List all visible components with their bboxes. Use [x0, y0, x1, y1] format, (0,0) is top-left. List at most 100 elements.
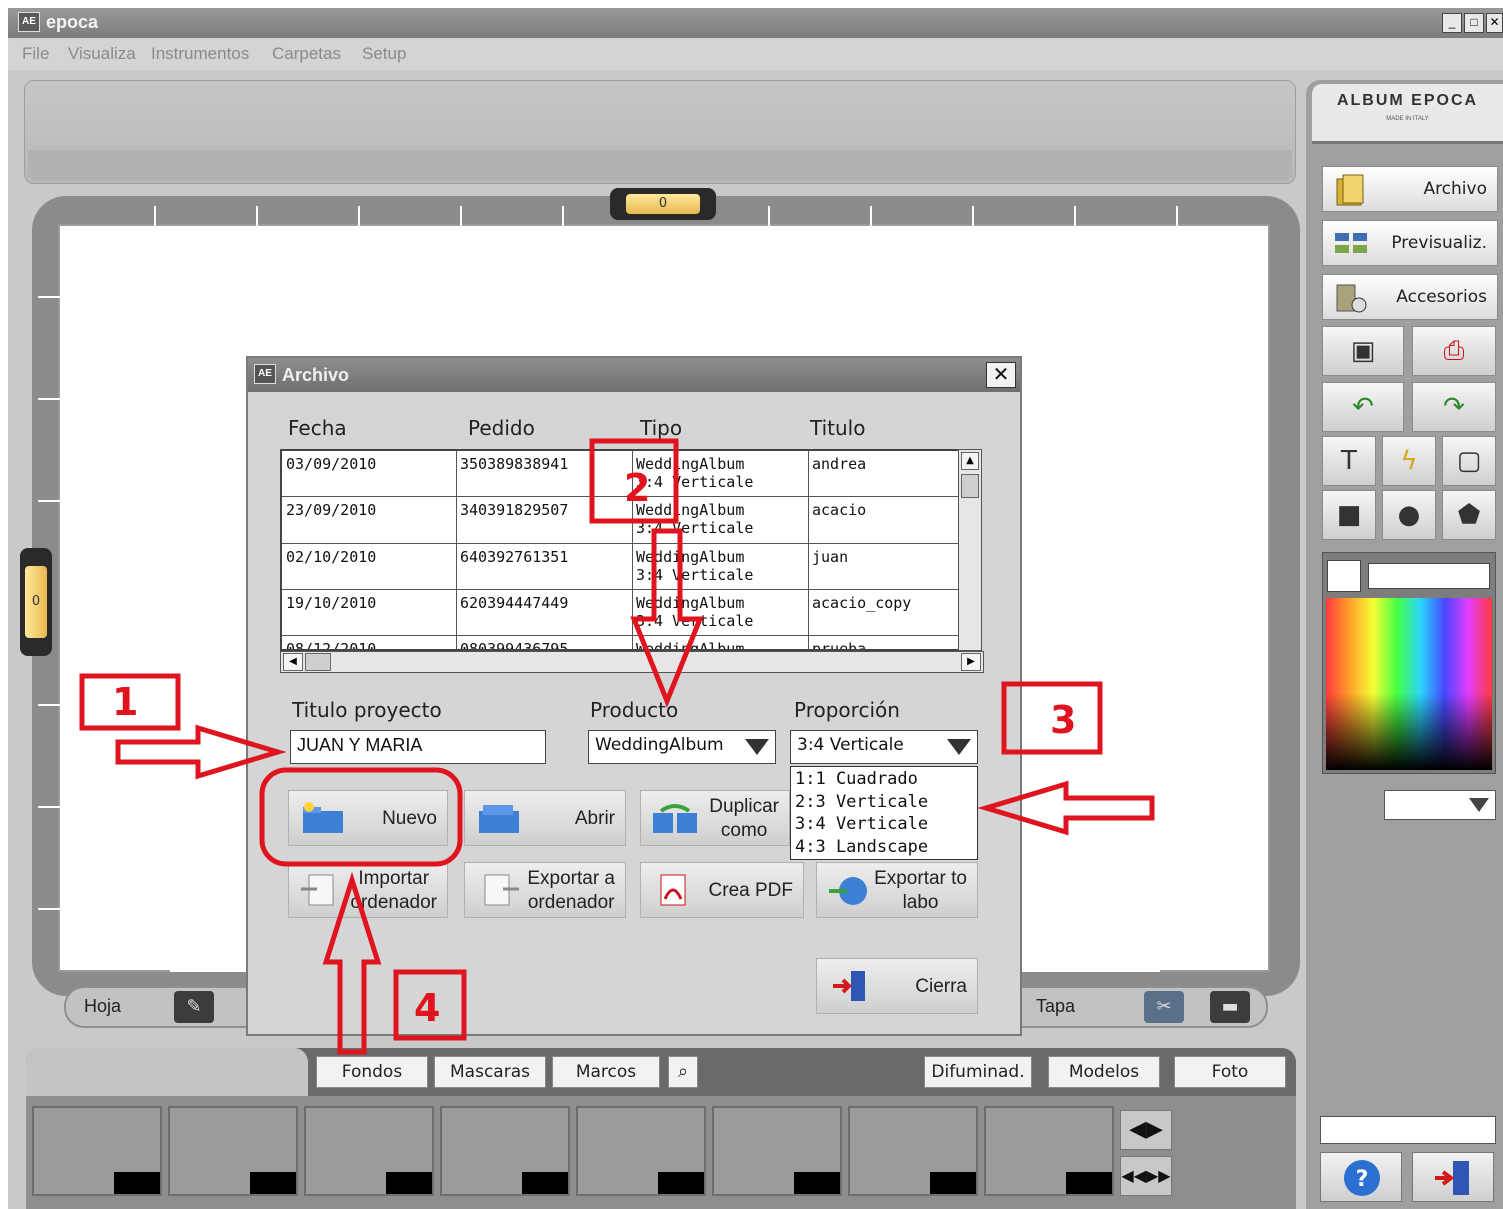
scroll-end-icon[interactable]: ◀◀▶▶: [1120, 1156, 1172, 1196]
menu-visualiza[interactable]: Visualiza: [68, 44, 136, 64]
vertical-ruler-slider[interactable]: 0: [20, 548, 52, 656]
tab-foto[interactable]: Foto: [1174, 1056, 1286, 1088]
duplicate-icon: [653, 804, 697, 833]
thumbnail[interactable]: [440, 1106, 570, 1196]
maximize-button[interactable]: □: [1464, 13, 1484, 33]
text-tool-icon[interactable]: T: [1322, 436, 1376, 486]
annotation-number-1: 1: [112, 680, 139, 724]
column-header-titulo[interactable]: Titulo: [810, 416, 865, 440]
tools-icon[interactable]: ✂: [1144, 991, 1184, 1023]
accesorios-label: Accesorios: [1396, 287, 1487, 307]
producto-select[interactable]: WeddingAlbum: [588, 730, 776, 764]
color-spectrum[interactable]: [1326, 598, 1492, 770]
accesorios-button[interactable]: Accesorios: [1322, 274, 1498, 320]
thumbnail[interactable]: [984, 1106, 1114, 1196]
exit-button[interactable]: [1412, 1152, 1494, 1202]
undo-icon[interactable]: ↶: [1322, 382, 1404, 432]
exportar-labo-button[interactable]: Exportar to labo: [816, 862, 978, 918]
ruler-tick: [768, 206, 770, 232]
option-item[interactable]: 4:3 Landscape: [795, 837, 928, 857]
dialog-close-button[interactable]: ✕: [986, 362, 1016, 388]
cover-icon[interactable]: ▬: [1210, 991, 1250, 1023]
option-item[interactable]: 1:1 Cuadrado: [795, 769, 918, 789]
pdf-icon[interactable]: ⎙: [1412, 326, 1496, 376]
cell-titulo: prueba: [812, 640, 867, 651]
tab-modelos[interactable]: Modelos: [1048, 1056, 1160, 1088]
cell-pedido: 340391829507: [460, 501, 569, 519]
thumbnail[interactable]: [712, 1106, 842, 1196]
brand-logo: ALBUM EPOCA MADE IN ITALY: [1312, 84, 1503, 144]
exportar-line1: Exportar a: [527, 868, 615, 889]
preview-icon: [1335, 233, 1367, 253]
cell-tipo: WeddingAlbum 3:4 Verticale: [636, 548, 754, 584]
horizontal-ruler-slider[interactable]: 0: [610, 188, 716, 220]
scroll-left-right-icon[interactable]: ◀▶: [1120, 1110, 1172, 1150]
rectangle-tool-icon[interactable]: ■: [1322, 490, 1376, 540]
column-header-fecha[interactable]: Fecha: [288, 416, 347, 440]
option-item[interactable]: 2:3 Verticale: [795, 792, 928, 812]
column-header-tipo[interactable]: Tipo: [640, 416, 682, 440]
exportar-ordenador-button[interactable]: Exportar a ordenador: [464, 862, 626, 918]
circle-tool-icon[interactable]: ●: [1382, 490, 1436, 540]
color-value-field[interactable]: [1368, 563, 1490, 589]
titulo-proyecto-input[interactable]: JUAN Y MARIA: [290, 730, 546, 764]
accessories-icon: [1336, 284, 1367, 313]
tab-difuminad[interactable]: Difuminad.: [924, 1056, 1032, 1088]
color-swatch[interactable]: [1327, 560, 1361, 592]
help-icon: ?: [1344, 1160, 1380, 1196]
edit-page-icon[interactable]: ✎: [174, 991, 214, 1023]
right-panel-field[interactable]: [1320, 1116, 1496, 1144]
column-header-pedido[interactable]: Pedido: [468, 416, 535, 440]
option-item[interactable]: 3:4 Verticale: [795, 814, 928, 834]
thumbnail[interactable]: [304, 1106, 434, 1196]
nuevo-button[interactable]: Nuevo: [288, 790, 448, 846]
close-window-button[interactable]: ✕: [1486, 13, 1503, 33]
table-horizontal-scrollbar[interactable]: ◀ ▶: [280, 651, 984, 673]
scroll-right-icon[interactable]: ▶: [961, 653, 981, 671]
archivo-button[interactable]: Archivo: [1322, 166, 1498, 212]
scroll-thumb[interactable]: [961, 474, 979, 498]
thumbnail[interactable]: [32, 1106, 162, 1196]
abrir-button[interactable]: Abrir: [464, 790, 626, 846]
ruler-tick: [358, 206, 360, 232]
scroll-thumb[interactable]: [305, 653, 331, 671]
lightning-icon[interactable]: ϟ: [1382, 436, 1436, 486]
help-button[interactable]: ?: [1320, 1152, 1402, 1202]
frame-tool-icon[interactable]: ▢: [1442, 436, 1496, 486]
menu-instrumentos[interactable]: Instrumentos: [151, 44, 249, 64]
search-icon[interactable]: ⌕: [668, 1056, 698, 1088]
importar-line1: Importar: [358, 868, 430, 889]
menu-file[interactable]: File: [22, 44, 49, 64]
ruler-tick: [562, 206, 564, 232]
proporcion-value: 3:4 Verticale: [797, 735, 904, 755]
scroll-up-icon[interactable]: ▲: [961, 452, 979, 470]
cell-titulo: acacio_copy: [812, 594, 912, 612]
library-panel-header: [26, 1048, 308, 1098]
thumbnail[interactable]: [848, 1106, 978, 1196]
thumbnail[interactable]: [576, 1106, 706, 1196]
dialog-title: Archivo: [282, 365, 350, 385]
thumbnail[interactable]: [168, 1106, 298, 1196]
window-titlebar[interactable]: AE epoca _ □ ✕: [8, 8, 1503, 38]
menu-carpetas[interactable]: Carpetas: [272, 44, 341, 64]
tab-marcos[interactable]: Marcos: [552, 1056, 660, 1088]
table-vertical-scrollbar[interactable]: ▲: [958, 449, 982, 651]
cell-pedido: 620394447449: [460, 594, 569, 612]
menu-setup[interactable]: Setup: [362, 44, 406, 64]
previsualiz-button[interactable]: Previsualiz.: [1322, 220, 1498, 266]
tab-fondos[interactable]: Fondos: [316, 1056, 428, 1088]
save-icon[interactable]: ▣: [1322, 326, 1404, 376]
crea-pdf-button[interactable]: Crea PDF: [640, 862, 804, 918]
redo-icon[interactable]: ↷: [1412, 382, 1496, 432]
polygon-tool-icon[interactable]: ⬟: [1442, 490, 1496, 540]
dialog-titlebar[interactable]: AE Archivo: [248, 358, 1020, 392]
tab-mascaras[interactable]: Mascaras: [434, 1056, 546, 1088]
ruler-tick: [1176, 206, 1178, 232]
proporcion-select[interactable]: 3:4 Verticale: [790, 730, 978, 764]
minimize-button[interactable]: _: [1442, 13, 1462, 33]
duplicar-como-button[interactable]: Duplicar como: [640, 790, 790, 846]
importar-ordenador-button[interactable]: Importar ordenador: [288, 862, 448, 918]
cierra-button[interactable]: Cierra: [816, 958, 978, 1014]
right-panel-dropdown[interactable]: [1384, 790, 1496, 820]
scroll-left-icon[interactable]: ◀: [283, 653, 303, 671]
